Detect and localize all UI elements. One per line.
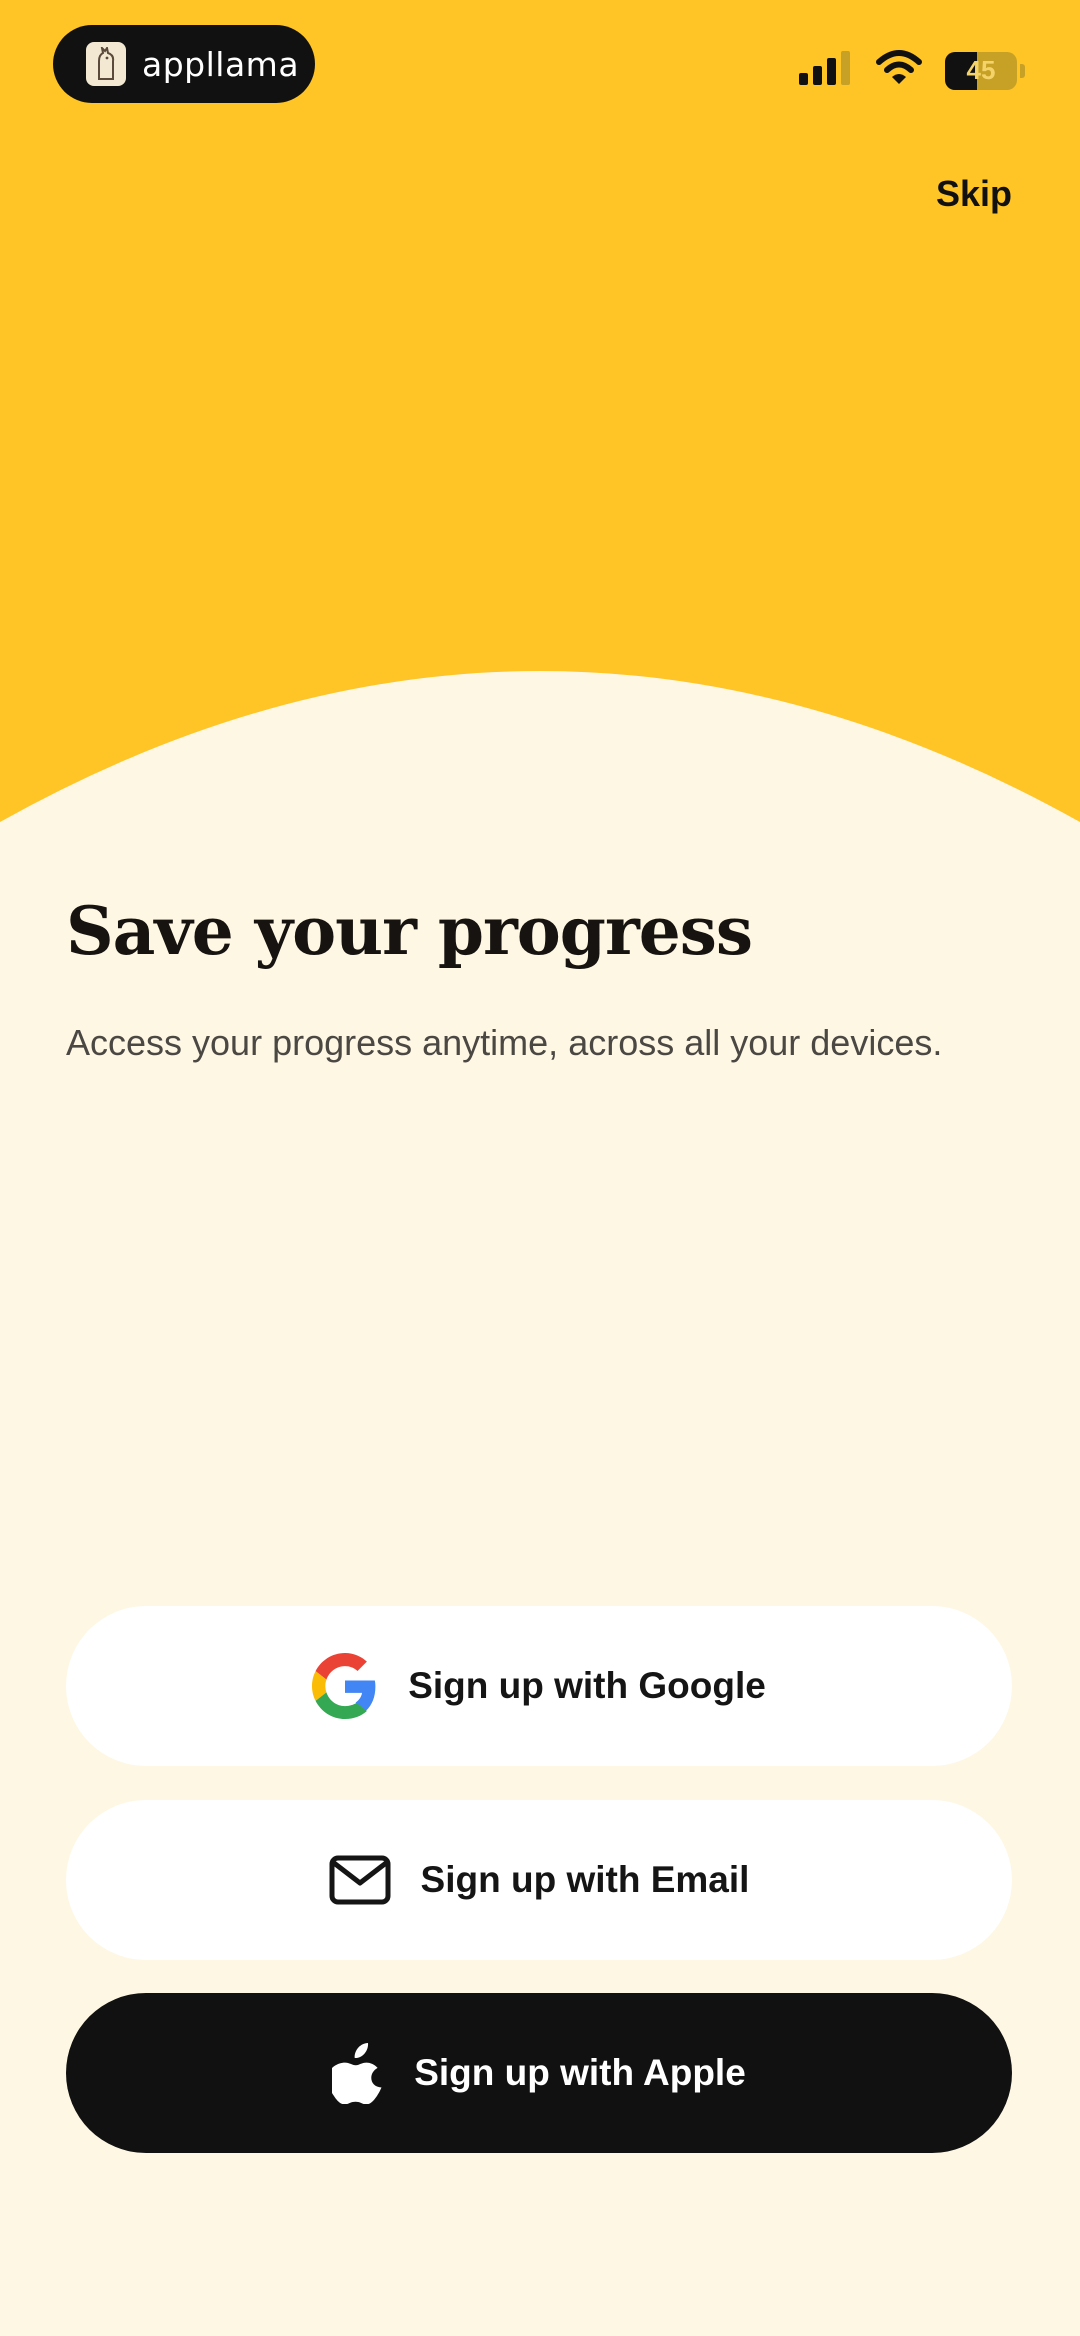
- apple-signup-button[interactable]: Sign up with Apple: [66, 1993, 1012, 2153]
- apple-signup-label: Sign up with Apple: [414, 2052, 746, 2093]
- email-signup-button[interactable]: Sign up with Email: [66, 1800, 1012, 1960]
- apple-logo-icon: [332, 2042, 384, 2104]
- page-subtitle: Access your progress anytime, across all…: [66, 1022, 943, 1063]
- google-signup-label: Sign up with Google: [408, 1665, 766, 1706]
- battery-tip: [1020, 63, 1025, 78]
- battery-icon: 45: [945, 51, 1017, 90]
- page-title: Save your progress: [66, 892, 753, 970]
- google-signup-button[interactable]: Sign up with Google: [66, 1606, 1012, 1766]
- google-icon: [312, 1653, 378, 1719]
- app-badge: appllama: [53, 25, 315, 103]
- skip-button[interactable]: Skip: [936, 173, 1012, 215]
- hero-banner: [0, 0, 1080, 840]
- email-signup-label: Sign up with Email: [420, 1859, 750, 1900]
- status-icons: 45: [799, 50, 1025, 91]
- wifi-icon: [875, 50, 923, 91]
- llama-logo-icon: [86, 42, 126, 86]
- cellular-signal-icon: [799, 51, 853, 90]
- app-name: appllama: [142, 44, 300, 84]
- envelope-icon: [329, 1855, 391, 1905]
- battery-level: 45: [966, 55, 996, 85]
